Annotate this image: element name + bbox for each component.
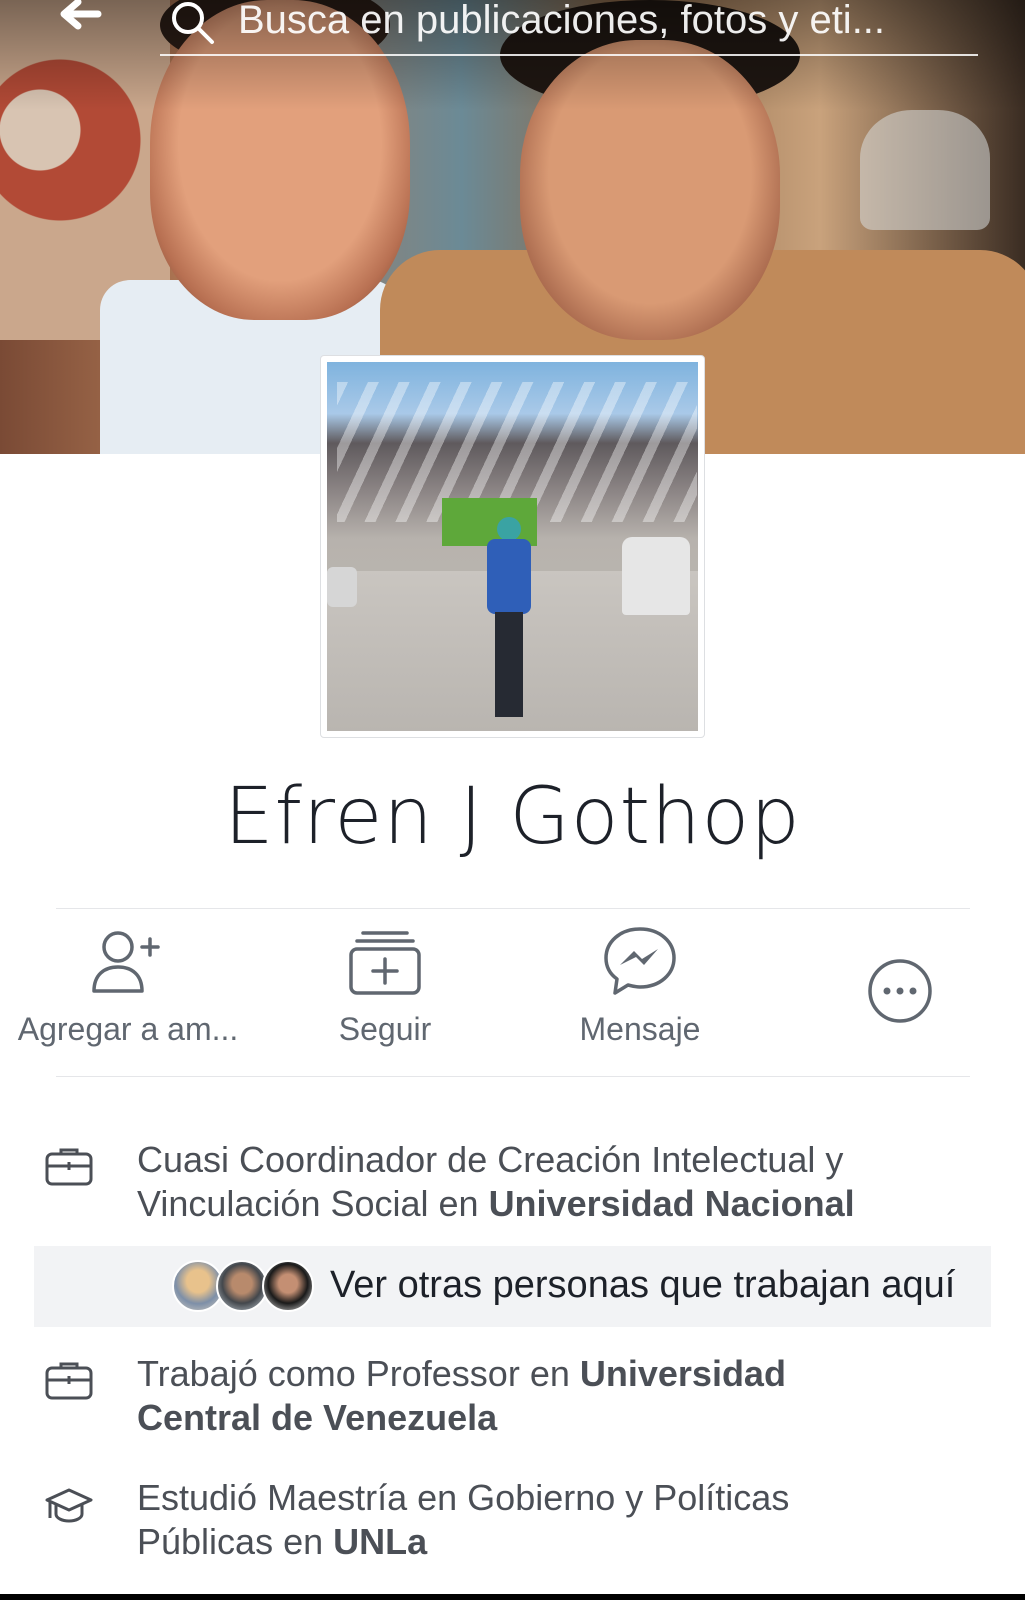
- coworker-avatar: [262, 1260, 314, 1312]
- profile-person: [487, 517, 531, 722]
- parked-car-left: [327, 567, 357, 607]
- coworker-avatar: [216, 1260, 268, 1312]
- education-degree: Estudió Maestría en Gobierno y Políticas…: [137, 1477, 790, 1562]
- search-icon: [172, 2, 214, 44]
- bottom-edge: [0, 1594, 1025, 1600]
- divider-bottom: [56, 1076, 970, 1077]
- message-button[interactable]: Mensaje: [520, 905, 760, 1065]
- work-past-role: Trabajó como Professor en: [137, 1353, 580, 1394]
- back-button[interactable]: [52, 0, 106, 40]
- education-text: Estudió Maestría en Gobierno y Políticas…: [137, 1476, 897, 1564]
- coworkers-label: Ver otras personas que trabajan aquí: [330, 1264, 956, 1306]
- back-arrow-icon: [60, 0, 102, 30]
- person-head: [497, 517, 521, 541]
- add-friend-icon: [92, 931, 160, 993]
- person-torso: [487, 539, 531, 614]
- follow-icon: [349, 931, 421, 995]
- work-current-org-link[interactable]: Universidad Nacional: [489, 1183, 855, 1224]
- graduation-cap-icon: [45, 1488, 93, 1523]
- search-placeholder: Busca en publicaciones, fotos y eti...: [238, 0, 886, 42]
- cover-background-object: [860, 110, 990, 230]
- add-friend-label: Agregar a am...: [17, 1011, 239, 1047]
- message-label: Mensaje: [579, 1011, 701, 1047]
- more-options-button[interactable]: [840, 905, 960, 1065]
- more-icon: [868, 959, 932, 1023]
- coworker-avatars: [172, 1260, 322, 1314]
- follow-label: Seguir: [338, 1011, 432, 1047]
- top-bar: Busca en publicaciones, fotos y eti...: [0, 0, 1025, 64]
- follow-button[interactable]: Seguir: [270, 905, 500, 1065]
- briefcase-icon: [45, 1148, 93, 1186]
- work-past-text: Trabajó como Professor en Universidad Ce…: [137, 1352, 857, 1440]
- profile-photo: [327, 362, 698, 731]
- briefcase-icon: [45, 1362, 93, 1400]
- work-current-text: Cuasi Coordinador de Creación Intelectua…: [137, 1138, 997, 1226]
- person-legs: [495, 612, 523, 717]
- profile-picture[interactable]: [320, 355, 705, 738]
- profile-name: Efren J Gothop: [224, 772, 801, 862]
- education-school-link[interactable]: UNLa: [333, 1521, 427, 1562]
- profile-actions: Agregar a am... Seguir Mensaje: [0, 905, 1025, 1075]
- coworkers-row[interactable]: Ver otras personas que trabajan aquí: [34, 1246, 991, 1327]
- messenger-icon: [604, 927, 676, 995]
- parked-car: [622, 537, 690, 615]
- search-bar[interactable]: Busca en publicaciones, fotos y eti...: [160, 0, 978, 56]
- add-friend-button[interactable]: Agregar a am...: [0, 905, 256, 1065]
